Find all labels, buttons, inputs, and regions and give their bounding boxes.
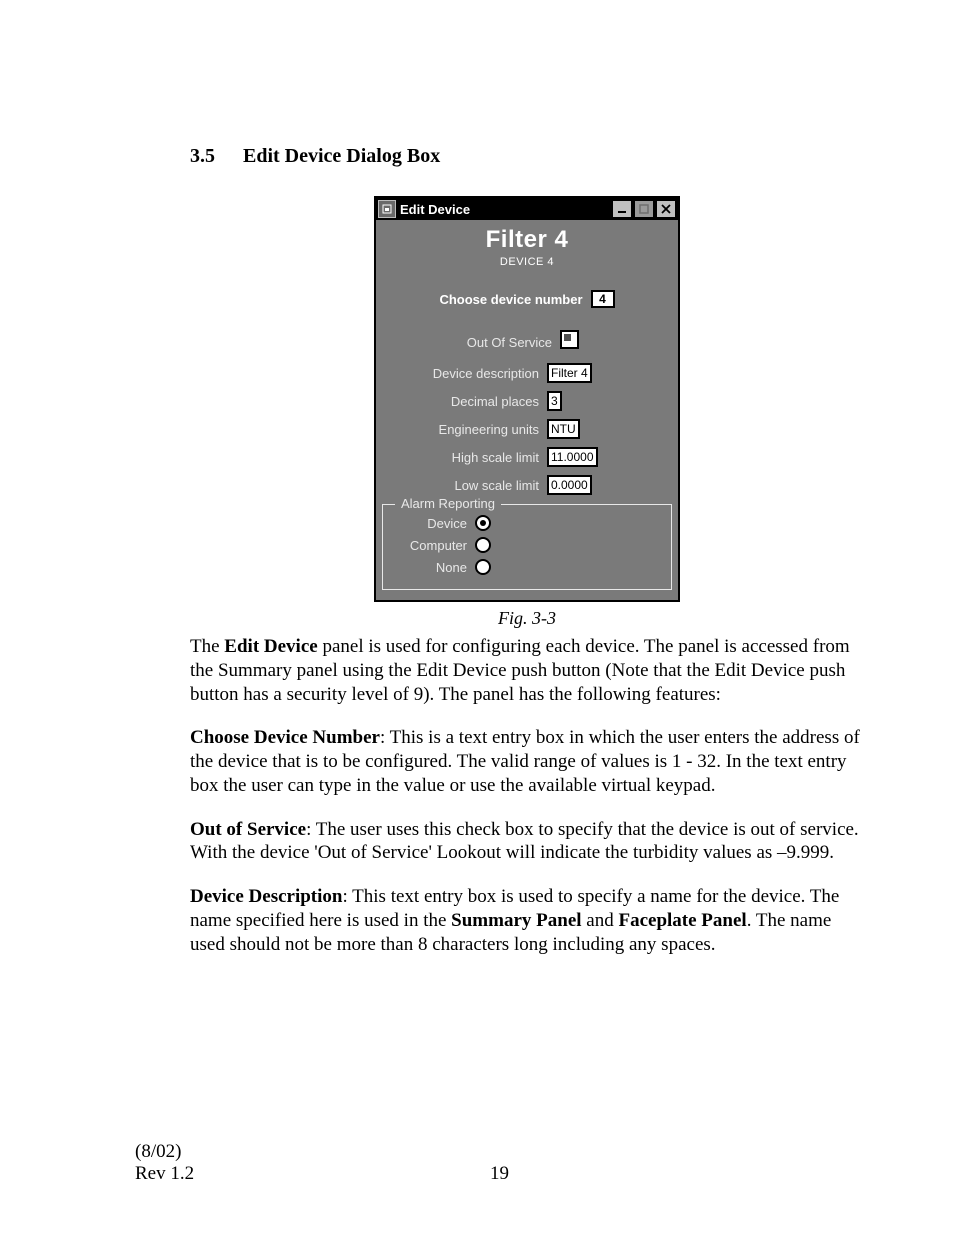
engineering-units-label: Engineering units (382, 422, 539, 437)
alarm-option-device-radio[interactable] (475, 515, 491, 531)
alarm-option-device-label: Device (391, 516, 467, 531)
device-number-input[interactable]: 4 (591, 290, 615, 308)
close-button[interactable] (656, 200, 676, 218)
device-description-paragraph: Device Description: This text entry box … (190, 885, 864, 956)
figure-caption: Fig. 3-3 (190, 608, 864, 629)
intro-paragraph: The Edit Device panel is used for config… (190, 635, 864, 706)
out-of-service-label: Out Of Service (382, 335, 552, 350)
footer-page-number: 19 (135, 1163, 864, 1185)
alarm-option-none-radio[interactable] (475, 559, 491, 575)
alarm-option-computer-label: Computer (391, 538, 467, 553)
app-icon (378, 200, 396, 218)
choose-device-label: Choose device number (439, 292, 582, 307)
section-heading: 3.5 Edit Device Dialog Box (190, 145, 864, 168)
maximize-button[interactable] (634, 200, 654, 218)
window-title: Edit Device (400, 202, 610, 217)
high-scale-input[interactable]: 11.0000 (547, 447, 598, 467)
dialog-heading: Filter 4 (382, 226, 672, 254)
device-description-label: Device description (382, 366, 539, 381)
out-of-service-paragraph: Out of Service: The user uses this check… (190, 818, 864, 866)
alarm-option-none-label: None (391, 560, 467, 575)
titlebar: Edit Device (376, 198, 678, 220)
choose-device-paragraph: Choose Device Number: This is a text ent… (190, 726, 864, 797)
edit-device-dialog: Edit Device Filter 4 DEVICE 4 Choose dev… (374, 196, 680, 602)
out-of-service-checkbox[interactable] (560, 330, 579, 349)
page-footer: (8/02) Rev 1.2 19 (135, 1141, 864, 1185)
low-scale-label: Low scale limit (382, 478, 539, 493)
alarm-reporting-legend: Alarm Reporting (395, 496, 501, 511)
decimal-places-label: Decimal places (382, 394, 539, 409)
decimal-places-input[interactable]: 3 (547, 391, 562, 411)
low-scale-input[interactable]: 0.0000 (547, 475, 592, 495)
alarm-reporting-group: Alarm Reporting Device Computer None (382, 504, 672, 590)
alarm-option-computer-radio[interactable] (475, 537, 491, 553)
footer-date: (8/02) (135, 1141, 864, 1163)
section-title: Edit Device Dialog Box (243, 145, 440, 167)
minimize-button[interactable] (612, 200, 632, 218)
section-number: 3.5 (190, 145, 238, 168)
device-description-input[interactable]: Filter 4 (547, 363, 592, 383)
dialog-subheading: DEVICE 4 (382, 256, 672, 268)
body-text: The Edit Device panel is used for config… (190, 635, 864, 956)
high-scale-label: High scale limit (382, 450, 539, 465)
engineering-units-input[interactable]: NTU (547, 419, 580, 439)
